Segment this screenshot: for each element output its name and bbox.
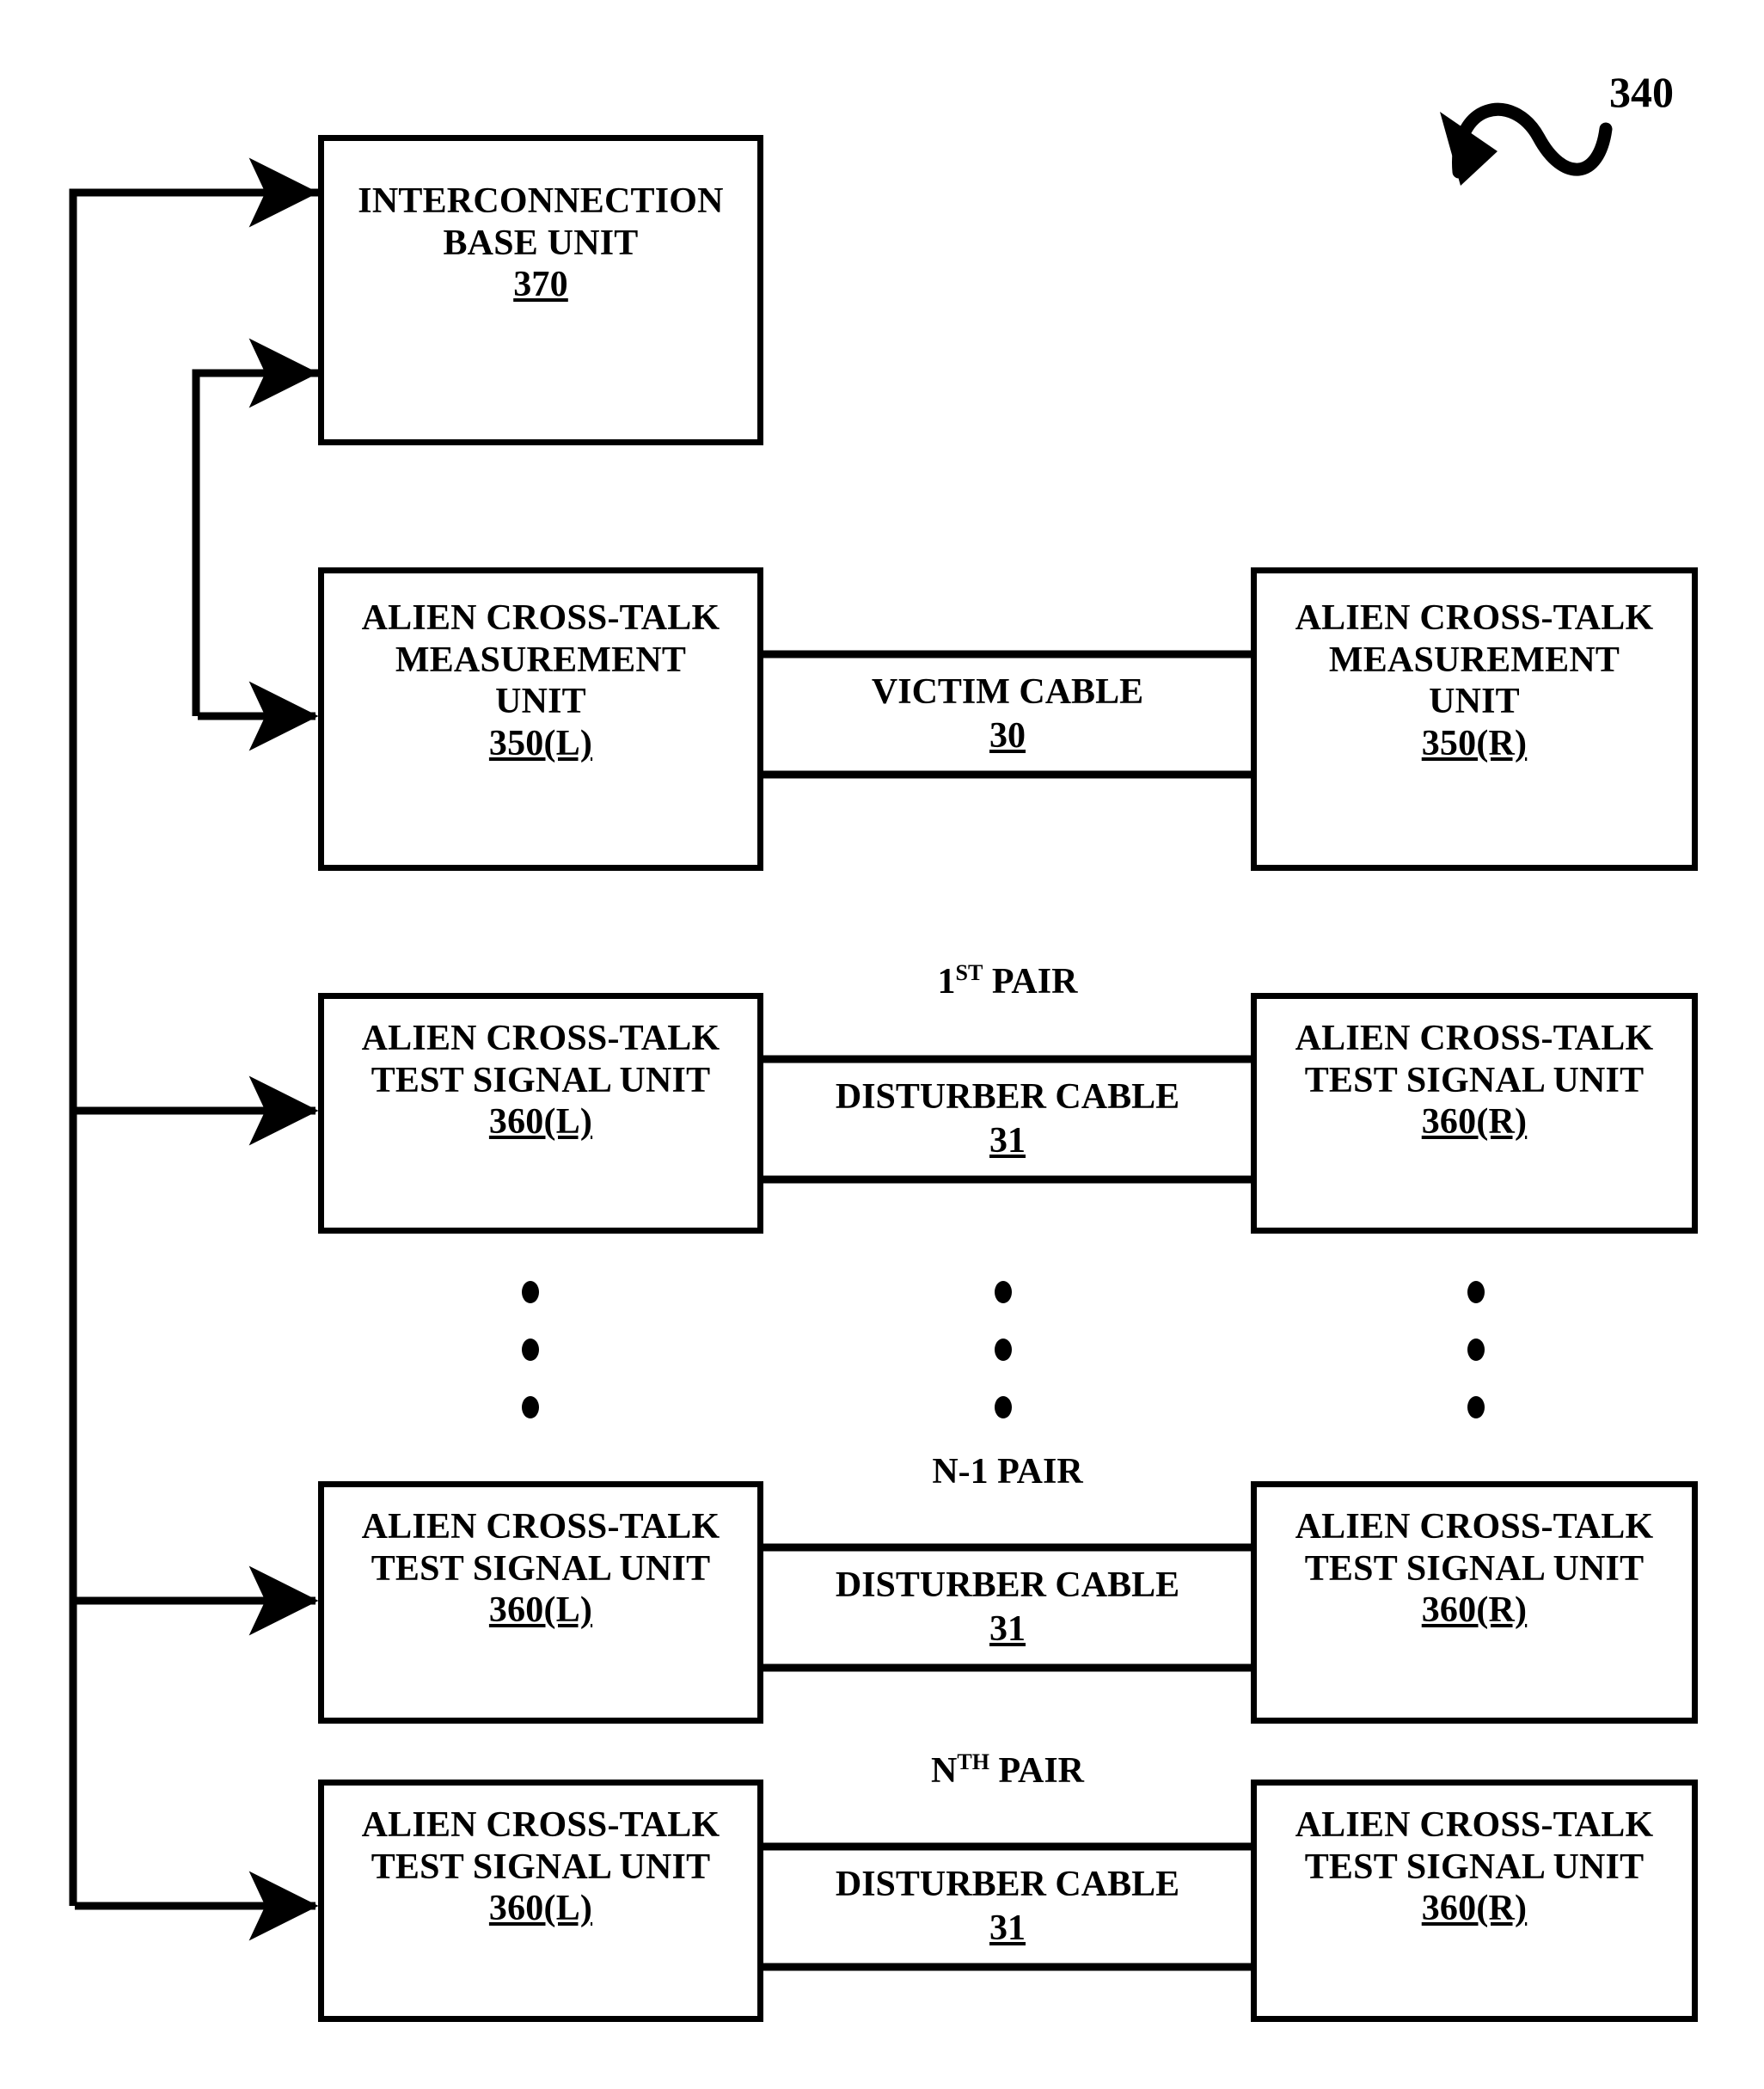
measurement-left-line1: ALIEN CROSS-TALK <box>361 598 720 638</box>
test-signal-left-3-line2: TEST SIGNAL UNIT <box>371 1847 711 1887</box>
alien-crosstalk-measurement-unit-right-box: ALIEN CROSS-TALK MEASUREMENT UNIT 350(R) <box>1251 567 1698 871</box>
pair-label-first-base: 1 <box>937 962 956 1002</box>
test-signal-left-1-line1: ALIEN CROSS-TALK <box>361 1019 720 1058</box>
disturber-cable-name-1: DISTURBER CABLE <box>835 1076 1180 1117</box>
victim-cable-label: VICTIM CABLE 30 <box>765 659 1250 770</box>
vertical-ellipsis-right <box>1466 1281 1486 1418</box>
pair-label-nth-base: N <box>930 1751 958 1791</box>
disturber-cable-label-3: DISTURBER CABLE 31 <box>765 1851 1250 1963</box>
test-signal-left-1-ref-line: 360(L) <box>324 1101 757 1143</box>
pair-label-nth-suffix: PAIR <box>989 1751 1084 1791</box>
test-signal-left-1-line2: TEST SIGNAL UNIT <box>371 1060 711 1100</box>
test-signal-right-3-line2: TEST SIGNAL UNIT <box>1304 1847 1645 1887</box>
interconnection-base-unit-ref: 370 <box>513 265 568 305</box>
victim-cable-ref: 30 <box>989 716 1026 756</box>
test-signal-right-2-ref: 360(R) <box>1421 1590 1528 1631</box>
vertical-ellipsis-left <box>520 1281 541 1418</box>
alien-crosstalk-test-signal-unit-left-box-2: ALIEN CROSS-TALK TEST SIGNAL UNIT 360(L) <box>318 1481 763 1724</box>
alien-crosstalk-test-signal-unit-right-box-3: ALIEN CROSS-TALK TEST SIGNAL UNIT 360(R) <box>1251 1780 1698 2022</box>
alien-crosstalk-test-signal-unit-right-box-2: ALIEN CROSS-TALK TEST SIGNAL UNIT 360(R) <box>1251 1481 1698 1724</box>
measurement-left-line3: UNIT <box>495 682 586 722</box>
squiggle-arrow-icon <box>1440 102 1613 186</box>
test-signal-right-1-ref-line: 360(R) <box>1257 1101 1692 1143</box>
disturber-cable-name-3: DISTURBER CABLE <box>835 1864 1180 1904</box>
ellipsis-dot <box>995 1339 1012 1361</box>
measurement-right-ref-line: 350(R) <box>1257 723 1692 765</box>
ellipsis-dot <box>1467 1339 1485 1361</box>
test-signal-right-3-ref-line: 360(R) <box>1257 1888 1692 1930</box>
interconnection-base-unit-line2: BASE UNIT <box>443 223 639 263</box>
measurement-right-line1: ALIEN CROSS-TALK <box>1295 598 1654 638</box>
test-signal-left-3-ref: 360(L) <box>488 1889 593 1929</box>
pair-label-nth-sup: TH <box>957 1749 989 1774</box>
measurement-left-line2: MEASUREMENT <box>395 640 687 680</box>
pair-label-nth: NTH PAIR <box>765 1750 1250 1792</box>
inner-bus-line <box>192 369 318 716</box>
pair-label-n-minus-1-base: N-1 <box>932 1452 989 1492</box>
pair-label-n-minus-1-suffix: PAIR <box>988 1452 1083 1492</box>
measurement-left-ref: 350(L) <box>488 724 593 764</box>
disturber-cable-ref-3: 31 <box>989 1908 1026 1948</box>
test-signal-right-2-line1: ALIEN CROSS-TALK <box>1295 1507 1654 1547</box>
alien-crosstalk-test-signal-unit-left-box-1: ALIEN CROSS-TALK TEST SIGNAL UNIT 360(L) <box>318 993 763 1234</box>
disturber-cable-label-2: DISTURBER CABLE 31 <box>765 1552 1250 1663</box>
ellipsis-dot <box>522 1339 539 1361</box>
test-signal-right-3-ref: 360(R) <box>1421 1889 1528 1929</box>
pair-label-first-sup: ST <box>955 960 983 985</box>
test-signal-left-3-line1: ALIEN CROSS-TALK <box>361 1805 720 1845</box>
alien-crosstalk-test-signal-unit-right-box-1: ALIEN CROSS-TALK TEST SIGNAL UNIT 360(R) <box>1251 993 1698 1234</box>
test-signal-right-1-ref: 360(R) <box>1421 1102 1528 1143</box>
disturber-cable-ref-1: 31 <box>989 1121 1026 1161</box>
interconnection-base-unit-box: INTERCONNECTION BASE UNIT 370 <box>318 135 763 445</box>
measurement-left-ref-line: 350(L) <box>324 723 757 765</box>
interconnection-base-unit-line1: INTERCONNECTION <box>358 181 724 221</box>
test-signal-right-1-line2: TEST SIGNAL UNIT <box>1304 1060 1645 1100</box>
test-signal-right-2-ref-line: 360(R) <box>1257 1590 1692 1632</box>
test-signal-right-3-line1: ALIEN CROSS-TALK <box>1295 1805 1654 1845</box>
test-signal-left-2-ref-line: 360(L) <box>324 1590 757 1632</box>
ellipsis-dot <box>522 1281 539 1303</box>
disturber-cable-label-1: DISTURBER CABLE 31 <box>765 1063 1250 1175</box>
ellipsis-dot <box>1467 1281 1485 1303</box>
measurement-right-ref: 350(R) <box>1421 724 1528 764</box>
test-signal-right-1-line1: ALIEN CROSS-TALK <box>1295 1019 1654 1058</box>
figure-number: 340 <box>1609 68 1674 116</box>
test-signal-left-2-line1: ALIEN CROSS-TALK <box>361 1507 720 1547</box>
disturber-cable-name-2: DISTURBER CABLE <box>835 1565 1180 1605</box>
pair-label-first-suffix: PAIR <box>983 962 1078 1002</box>
vertical-ellipsis-center <box>993 1281 1014 1418</box>
test-signal-left-3-ref-line: 360(L) <box>324 1888 757 1930</box>
ellipsis-dot <box>1467 1396 1485 1418</box>
measurement-right-line2: MEASUREMENT <box>1328 640 1620 680</box>
patent-figure-canvas: 340 INTERCONNECTION BASE UNIT 370 ALIEN … <box>0 0 1764 2089</box>
measurement-right-line3: UNIT <box>1429 682 1520 722</box>
test-signal-right-2-line2: TEST SIGNAL UNIT <box>1304 1548 1645 1589</box>
test-signal-left-1-ref: 360(L) <box>488 1102 593 1143</box>
victim-cable-name: VICTIM CABLE <box>871 671 1144 712</box>
test-signal-left-2-ref: 360(L) <box>488 1590 593 1631</box>
outer-bus-line <box>69 188 318 1906</box>
pair-label-first: 1ST PAIR <box>765 961 1250 1002</box>
test-signal-left-2-line2: TEST SIGNAL UNIT <box>371 1548 711 1589</box>
alien-crosstalk-test-signal-unit-left-box-3: ALIEN CROSS-TALK TEST SIGNAL UNIT 360(L) <box>318 1780 763 2022</box>
ellipsis-dot <box>995 1281 1012 1303</box>
disturber-cable-ref-2: 31 <box>989 1609 1026 1649</box>
ellipsis-dot <box>995 1396 1012 1418</box>
alien-crosstalk-measurement-unit-left-box: ALIEN CROSS-TALK MEASUREMENT UNIT 350(L) <box>318 567 763 871</box>
ellipsis-dot <box>522 1396 539 1418</box>
interconnection-base-unit-ref-line: 370 <box>324 264 757 306</box>
pair-label-n-minus-1: N-1 PAIR <box>765 1451 1250 1492</box>
